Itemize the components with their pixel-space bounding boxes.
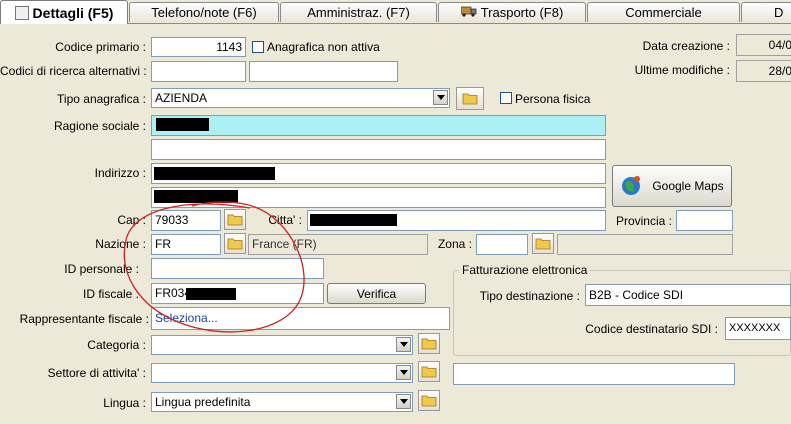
folder-icon[interactable] xyxy=(456,87,484,110)
tipo-destinazione-label: Tipo destinazione : xyxy=(479,289,580,303)
fatturazione-elettronica-group xyxy=(453,270,791,356)
codice-destinatario-sdi-label: Codice destinatario SDI : xyxy=(585,322,718,336)
id-personale-label: ID personale : xyxy=(64,262,139,276)
tab-trasporto[interactable]: Trasporto (F8) xyxy=(438,2,586,22)
folder-icon[interactable] xyxy=(418,361,440,382)
tipo-anagrafica-label: Tipo anagrafica : xyxy=(57,92,146,106)
tipo-anagrafica-value: AZIENDA xyxy=(155,91,208,105)
truck-icon xyxy=(460,5,477,20)
folder-icon[interactable] xyxy=(224,209,246,230)
tab-dettagli[interactable]: Dettagli (F5) xyxy=(0,0,128,24)
tipo-destinazione-select[interactable]: B2B - Codice SDI xyxy=(585,284,791,306)
id-personale-input[interactable] xyxy=(151,258,324,279)
codice-destinatario-sdi-input[interactable]: XXXXXXX xyxy=(725,317,791,340)
zona-label: Zona : xyxy=(437,237,472,251)
verifica-button[interactable]: Verifica xyxy=(327,283,426,304)
cap-label: Cap : xyxy=(117,213,146,227)
chevron-down-icon[interactable] xyxy=(396,337,411,352)
anagrafica-non-attiva-checkbox[interactable] xyxy=(252,41,264,53)
chevron-down-icon[interactable] xyxy=(433,90,448,105)
tipo-anagrafica-select[interactable]: AZIENDA xyxy=(151,88,450,108)
folder-icon[interactable] xyxy=(418,333,440,354)
categoria-select[interactable] xyxy=(151,335,413,355)
settore-descrizione-input[interactable] xyxy=(453,363,735,385)
anagrafica-non-attiva-label: Anagrafica non attiva xyxy=(267,40,380,54)
fatturazione-elettronica-title: Fatturazione elettronica xyxy=(459,263,591,277)
zona-name-field xyxy=(557,234,733,255)
data-creazione-label: Data creazione : xyxy=(642,39,730,53)
folder-icon[interactable] xyxy=(418,390,440,411)
ragione-sociale-input-2[interactable] xyxy=(151,139,606,160)
rappresentante-fiscale-select[interactable]: Seleziona... xyxy=(151,307,450,330)
rappresentante-fiscale-label: Rappresentante fiscale : xyxy=(19,312,149,326)
zona-input[interactable] xyxy=(476,234,528,255)
indirizzo-label: Indirizzo : xyxy=(94,166,146,180)
citta-label: Citta' : xyxy=(268,213,302,227)
nazione-input[interactable]: FR xyxy=(151,234,221,255)
redacted-text xyxy=(310,214,397,226)
globe-icon xyxy=(620,174,642,199)
categoria-label: Categoria : xyxy=(87,338,146,352)
codice-primario-label: Codice primario : xyxy=(55,40,146,54)
lingua-label: Lingua : xyxy=(103,396,146,410)
provincia-label: Provincia : xyxy=(615,214,672,228)
persona-fisica-checkbox[interactable] xyxy=(500,92,512,104)
lingua-select[interactable]: Lingua predefinita xyxy=(151,392,413,412)
data-creazione-field: 04/0 xyxy=(736,34,791,56)
tab-bar: Dettagli (F5) Telefono/note (F6) Amminis… xyxy=(0,0,791,24)
chevron-down-icon[interactable] xyxy=(396,394,411,409)
folder-icon[interactable] xyxy=(532,233,554,254)
tab-d[interactable]: D xyxy=(741,2,791,22)
nazione-name-field: France (FR) xyxy=(248,234,428,255)
nazione-label: Nazione : xyxy=(95,237,146,251)
chevron-down-icon[interactable] xyxy=(396,365,411,380)
tab-amministrazione[interactable]: Amministraz. (F7) xyxy=(280,2,437,22)
detail-icon xyxy=(14,5,29,20)
redacted-text xyxy=(154,167,275,180)
tab-commerciale[interactable]: Commerciale xyxy=(587,2,740,22)
redacted-text xyxy=(186,288,236,300)
id-fiscale-label: ID fiscale : xyxy=(82,287,139,301)
codici-ricerca-label: Codici di ricerca alternativi : xyxy=(0,64,147,78)
cap-input[interactable]: 79033 xyxy=(151,210,221,231)
settore-attivita-label: Settore di attivita' : xyxy=(47,366,146,380)
provincia-input[interactable] xyxy=(676,210,733,231)
redacted-text xyxy=(156,118,209,131)
ultime-modifiche-field: 28/0 xyxy=(736,60,791,82)
ragione-sociale-label: Ragione sociale : xyxy=(53,119,146,133)
google-maps-button[interactable]: Google Maps xyxy=(612,165,732,207)
id-fiscale-input[interactable]: FR034 xyxy=(151,283,324,304)
codice-primario-input[interactable]: 1143 xyxy=(151,37,246,57)
google-maps-label: Google Maps xyxy=(652,179,724,193)
tab-telefono-note[interactable]: Telefono/note (F6) xyxy=(129,2,279,22)
folder-icon[interactable] xyxy=(224,233,246,254)
lingua-value: Lingua predefinita xyxy=(155,395,251,409)
persona-fisica-label: Persona fisica xyxy=(515,92,591,106)
codice-ricerca-input-2[interactable] xyxy=(249,61,398,82)
ultime-modifiche-label: Ultime modifiche : xyxy=(634,63,730,77)
codice-ricerca-input-1[interactable] xyxy=(151,61,246,82)
settore-attivita-select[interactable] xyxy=(151,363,413,383)
redacted-text xyxy=(154,190,238,203)
ragione-sociale-input[interactable] xyxy=(151,115,606,136)
